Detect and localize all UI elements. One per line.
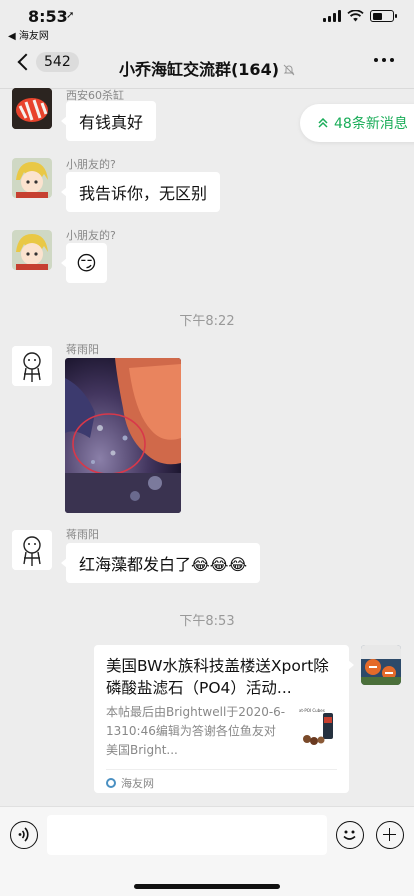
- source-app-icon: [106, 778, 116, 788]
- link-card-description: 本帖最后由Brightwell于2020-6-1310:46编辑为答谢各位鱼友对…: [106, 705, 286, 757]
- more-actions-button[interactable]: [376, 821, 404, 849]
- link-card-source-name: 海友网: [121, 777, 154, 790]
- sender-name: 小朋友的?: [66, 158, 116, 171]
- message-bubble[interactable]: 我告诉你，无区别: [60, 172, 221, 212]
- chat-title: 小乔海缸交流群(164): [0, 56, 414, 80]
- sender-name: 蒋雨阳: [66, 343, 99, 356]
- cellular-signal-icon: [323, 10, 341, 22]
- avatar[interactable]: [12, 158, 52, 198]
- link-card-thumbnail-text: xt-POI Cubes: [299, 708, 325, 713]
- more-icon: [374, 58, 378, 62]
- location-arrow-icon: ➚: [66, 10, 75, 21]
- back-to-app-link[interactable]: ◀ 海友网: [8, 27, 49, 42]
- voice-icon: [18, 827, 29, 842]
- new-messages-pill[interactable]: 48条新消息: [300, 104, 414, 142]
- emoji-message: 😏: [76, 251, 97, 275]
- new-messages-label: 48条新消息: [334, 116, 408, 132]
- double-chevron-up-icon: [318, 118, 328, 128]
- timestamp-divider: 下午8:53: [179, 614, 235, 629]
- message-input[interactable]: [47, 815, 327, 855]
- message-text: 我告诉你，无区别: [79, 184, 208, 203]
- battery-icon: [370, 10, 397, 22]
- home-indicator[interactable]: [134, 884, 280, 889]
- link-card-divider: [106, 769, 337, 770]
- status-bar: 8:53 ➚ ◀ 海友网: [0, 0, 414, 44]
- status-indicators: [323, 10, 397, 22]
- timestamp-divider: 下午8:22: [179, 314, 235, 329]
- sender-name: 小朋友的?: [66, 229, 116, 242]
- emoji-icon: [343, 830, 356, 840]
- wifi-icon: [347, 10, 364, 22]
- avatar[interactable]: [12, 530, 52, 570]
- link-card-source: 海友网: [106, 775, 154, 791]
- link-card-thumbnail: xt-POI Cubes: [299, 705, 339, 749]
- avatar[interactable]: [12, 88, 52, 129]
- sender-name: 蒋雨阳: [66, 528, 99, 541]
- message-text: 有钱真好: [79, 113, 144, 132]
- link-card-title: 美国BW水族科技盖楼送Xport除磷酸盐滤石（PO4）活动...: [106, 657, 329, 697]
- mute-bell-icon: [283, 64, 295, 76]
- more-button[interactable]: [374, 58, 394, 62]
- my-avatar[interactable]: [361, 645, 401, 685]
- chat-title-text: 小乔海缸交流群(164): [118, 60, 280, 79]
- chat-header: 542 小乔海缸交流群(164): [0, 44, 414, 88]
- input-bar: [0, 806, 414, 896]
- message-bubble[interactable]: 红海藻都发白了😂😂😂: [60, 543, 261, 583]
- message-bubble[interactable]: 😏: [61, 243, 107, 283]
- voice-input-button[interactable]: [10, 821, 38, 849]
- message-text: 红海藻都发白了😂😂😂: [79, 555, 248, 574]
- avatar[interactable]: [12, 230, 52, 270]
- status-time: 8:53: [28, 7, 68, 26]
- link-card[interactable]: 美国BW水族科技盖楼送Xport除磷酸盐滤石（PO4）活动... 本帖最后由Br…: [94, 645, 354, 793]
- coral-photo[interactable]: [65, 358, 181, 513]
- emoji-button[interactable]: [336, 821, 364, 849]
- header-divider: [0, 88, 414, 89]
- avatar[interactable]: [12, 346, 52, 386]
- message-bubble[interactable]: 有钱真好: [60, 101, 157, 141]
